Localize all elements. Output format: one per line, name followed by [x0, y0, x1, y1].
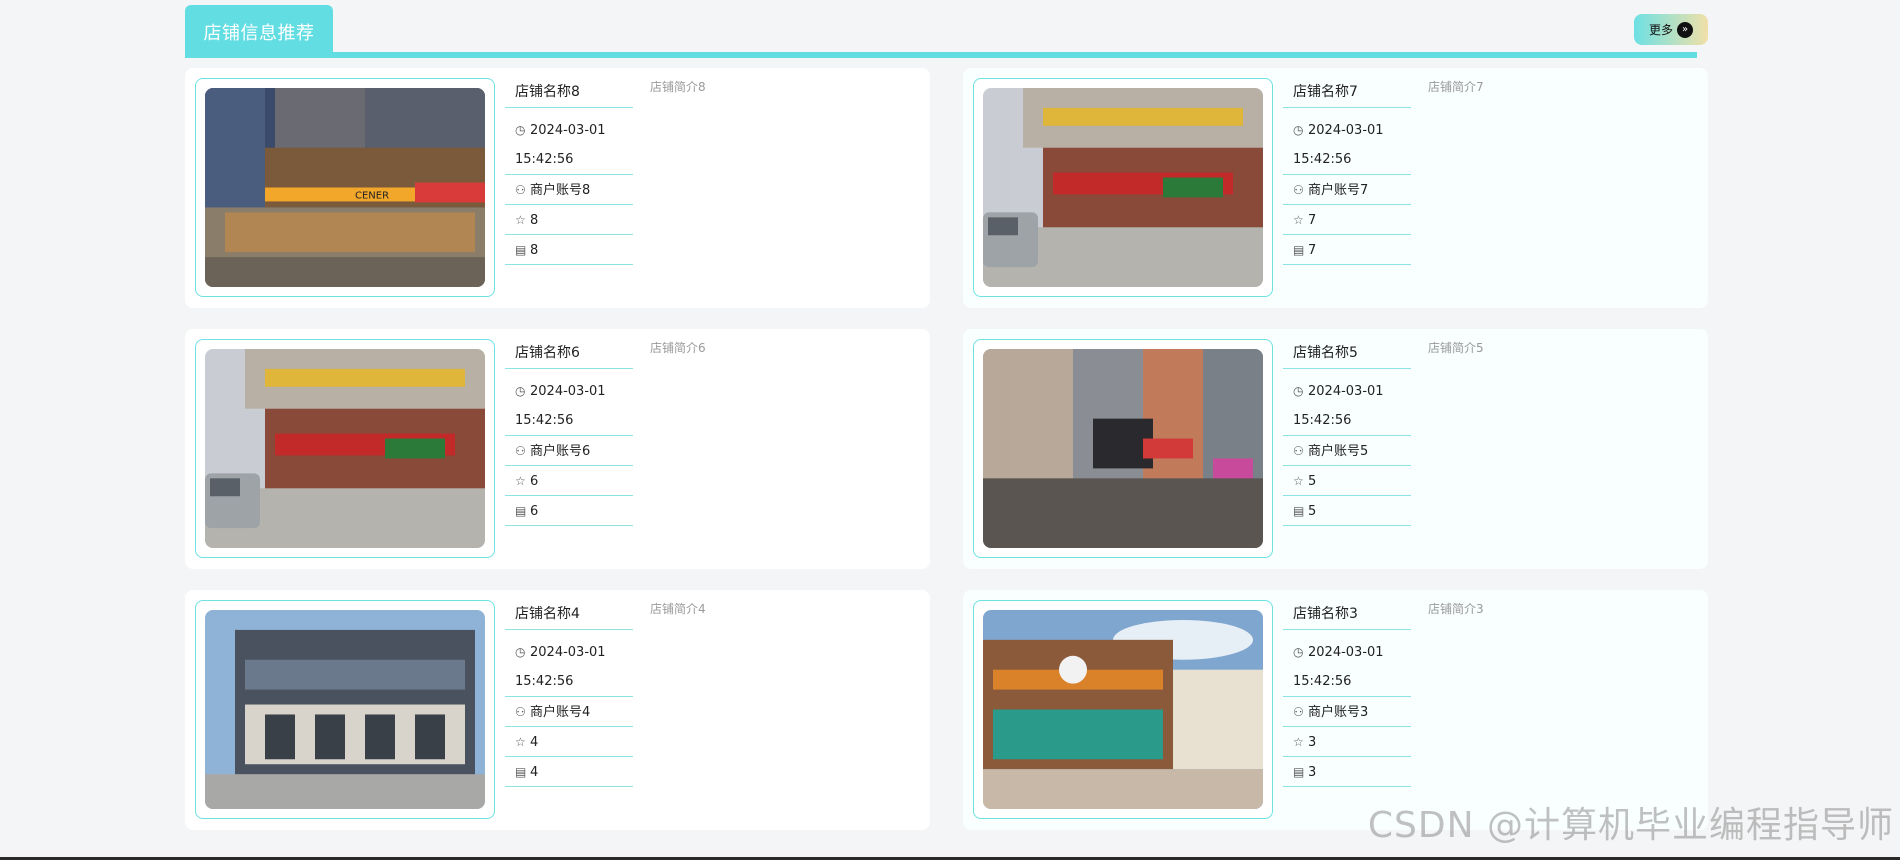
- section-header: 店铺信息推荐 更多 »: [185, 5, 1708, 58]
- shop-photo[interactable]: CENER: [205, 88, 485, 287]
- shop-photo[interactable]: [983, 610, 1263, 809]
- shop-card[interactable]: 店铺名称6 ◷ 2024-03-01 15:42:56 ⚇ 商户账号6 ☆ 6 ▤ 6 …: [185, 329, 930, 569]
- double-chevron-right-icon: »: [1677, 21, 1693, 38]
- user-icon: ⚇: [515, 444, 526, 458]
- shop-account: ⚇ 商户账号4: [505, 697, 633, 727]
- shop-photo-frame[interactable]: CENER: [195, 78, 495, 297]
- shop-comments: ▤ 4: [505, 757, 633, 787]
- shop-photo[interactable]: [205, 610, 485, 809]
- shop-comments: ▤ 8: [505, 235, 633, 265]
- section-title: 店铺信息推荐: [185, 5, 333, 58]
- shop-intro: 店铺简介8: [650, 80, 706, 94]
- shop-recommend-section: 店铺信息推荐 更多 »: [185, 5, 1708, 58]
- shop-card[interactable]: 店铺名称3 ◷ 2024-03-01 15:42:56 ⚇ 商户账号3 ☆ 3 ▤ 3 …: [963, 590, 1708, 830]
- clock-icon: ◷: [515, 645, 526, 659]
- shop-account: ⚇ 商户账号8: [505, 175, 633, 205]
- shop-name[interactable]: 店铺名称8: [505, 76, 633, 108]
- comment-icon: ▤: [515, 765, 527, 779]
- comment-icon: ▤: [1293, 504, 1305, 518]
- star-icon: ☆: [1293, 735, 1304, 749]
- shop-name[interactable]: 店铺名称5: [1283, 337, 1411, 369]
- shop-info: 店铺名称4 ◷ 2024-03-01 15:42:56 ⚇ 商户账号4 ☆ 4 ▤ 4: [505, 598, 633, 787]
- shop-intro: 店铺简介3: [1428, 602, 1484, 616]
- shop-intro: 店铺简介7: [1428, 80, 1484, 94]
- shop-datetime: ◷ 2024-03-01 15:42:56: [505, 108, 633, 175]
- clock-icon: ◷: [515, 384, 526, 398]
- star-icon: ☆: [515, 474, 526, 488]
- shop-stars: ☆ 4: [505, 727, 633, 757]
- comment-icon: ▤: [1293, 243, 1305, 257]
- shop-intro: 店铺简介4: [650, 602, 706, 616]
- shop-comments: ▤ 7: [1283, 235, 1411, 265]
- user-icon: ⚇: [515, 183, 526, 197]
- shop-comments: ▤ 6: [505, 496, 633, 526]
- shop-name[interactable]: 店铺名称7: [1283, 76, 1411, 108]
- more-label: 更多: [1648, 23, 1673, 37]
- clock-icon: ◷: [1293, 384, 1304, 398]
- user-icon: ⚇: [1293, 705, 1304, 719]
- shop-account: ⚇ 商户账号6: [505, 436, 633, 466]
- shop-name[interactable]: 店铺名称3: [1283, 598, 1411, 630]
- shop-account: ⚇ 商户账号7: [1283, 175, 1411, 205]
- shop-card[interactable]: 店铺名称7 ◷ 2024-03-01 15:42:56 ⚇ 商户账号7 ☆ 7 ▤ 7 …: [963, 68, 1708, 308]
- shop-intro: 店铺简介5: [1428, 341, 1484, 355]
- shop-photo-frame[interactable]: [973, 339, 1273, 558]
- shop-photo[interactable]: [983, 349, 1263, 548]
- shop-photo[interactable]: [983, 88, 1263, 287]
- shop-info: 店铺名称8 ◷ 2024-03-01 15:42:56 ⚇ 商户账号8 ☆ 8 ▤ 8: [505, 76, 633, 265]
- shop-datetime: ◷ 2024-03-01 15:42:56: [505, 630, 633, 697]
- shop-name[interactable]: 店铺名称6: [505, 337, 633, 369]
- shop-photo-frame[interactable]: [973, 78, 1273, 297]
- shop-datetime: ◷ 2024-03-01 15:42:56: [1283, 369, 1411, 436]
- shop-stars: ☆ 5: [1283, 466, 1411, 496]
- comment-icon: ▤: [515, 504, 527, 518]
- clock-icon: ◷: [1293, 123, 1304, 137]
- shop-intro: 店铺简介6: [650, 341, 706, 355]
- shop-datetime: ◷ 2024-03-01 15:42:56: [1283, 108, 1411, 175]
- user-icon: ⚇: [515, 705, 526, 719]
- shop-card[interactable]: 店铺名称5 ◷ 2024-03-01 15:42:56 ⚇ 商户账号5 ☆ 5 ▤ 5 …: [963, 329, 1708, 569]
- more-button[interactable]: 更多 »: [1634, 14, 1708, 45]
- user-icon: ⚇: [1293, 444, 1304, 458]
- user-icon: ⚇: [1293, 183, 1304, 197]
- shop-stars: ☆ 8: [505, 205, 633, 235]
- star-icon: ☆: [1293, 474, 1304, 488]
- clock-icon: ◷: [1293, 645, 1304, 659]
- clock-icon: ◷: [515, 123, 526, 137]
- shop-info: 店铺名称6 ◷ 2024-03-01 15:42:56 ⚇ 商户账号6 ☆ 6 ▤ 6: [505, 337, 633, 526]
- star-icon: ☆: [515, 213, 526, 227]
- csdn-watermark: CSDN @计算机毕业编程指导师: [1367, 805, 1894, 846]
- star-icon: ☆: [515, 735, 526, 749]
- shop-photo-frame[interactable]: [973, 600, 1273, 819]
- title-underline: [185, 52, 1697, 58]
- shop-stars: ☆ 7: [1283, 205, 1411, 235]
- shop-photo-frame[interactable]: [195, 339, 495, 558]
- shop-account: ⚇ 商户账号5: [1283, 436, 1411, 466]
- shop-stars: ☆ 3: [1283, 727, 1411, 757]
- shop-card[interactable]: CENER 店铺名称8 ◷ 2024-03-01 15:42:56 ⚇ 商户账号8 …: [185, 68, 930, 308]
- shop-info: 店铺名称5 ◷ 2024-03-01 15:42:56 ⚇ 商户账号5 ☆ 5 ▤ 5: [1283, 337, 1411, 526]
- shop-card-grid: CENER 店铺名称8 ◷ 2024-03-01 15:42:56 ⚇ 商户账号8 …: [185, 68, 1708, 830]
- star-icon: ☆: [1293, 213, 1304, 227]
- shop-datetime: ◷ 2024-03-01 15:42:56: [505, 369, 633, 436]
- shop-photo-frame[interactable]: [195, 600, 495, 819]
- shop-info: 店铺名称3 ◷ 2024-03-01 15:42:56 ⚇ 商户账号3 ☆ 3 ▤ 3: [1283, 598, 1411, 787]
- shop-info: 店铺名称7 ◷ 2024-03-01 15:42:56 ⚇ 商户账号7 ☆ 7 ▤ 7: [1283, 76, 1411, 265]
- shop-card[interactable]: 店铺名称4 ◷ 2024-03-01 15:42:56 ⚇ 商户账号4 ☆ 4 ▤ 4 …: [185, 590, 930, 830]
- shop-name[interactable]: 店铺名称4: [505, 598, 633, 630]
- shop-comments: ▤ 3: [1283, 757, 1411, 787]
- svg-text:CENER: CENER: [355, 190, 389, 201]
- shop-comments: ▤ 5: [1283, 496, 1411, 526]
- shop-datetime: ◷ 2024-03-01 15:42:56: [1283, 630, 1411, 697]
- comment-icon: ▤: [515, 243, 527, 257]
- shop-account: ⚇ 商户账号3: [1283, 697, 1411, 727]
- shop-photo[interactable]: [205, 349, 485, 548]
- comment-icon: ▤: [1293, 765, 1305, 779]
- shop-stars: ☆ 6: [505, 466, 633, 496]
